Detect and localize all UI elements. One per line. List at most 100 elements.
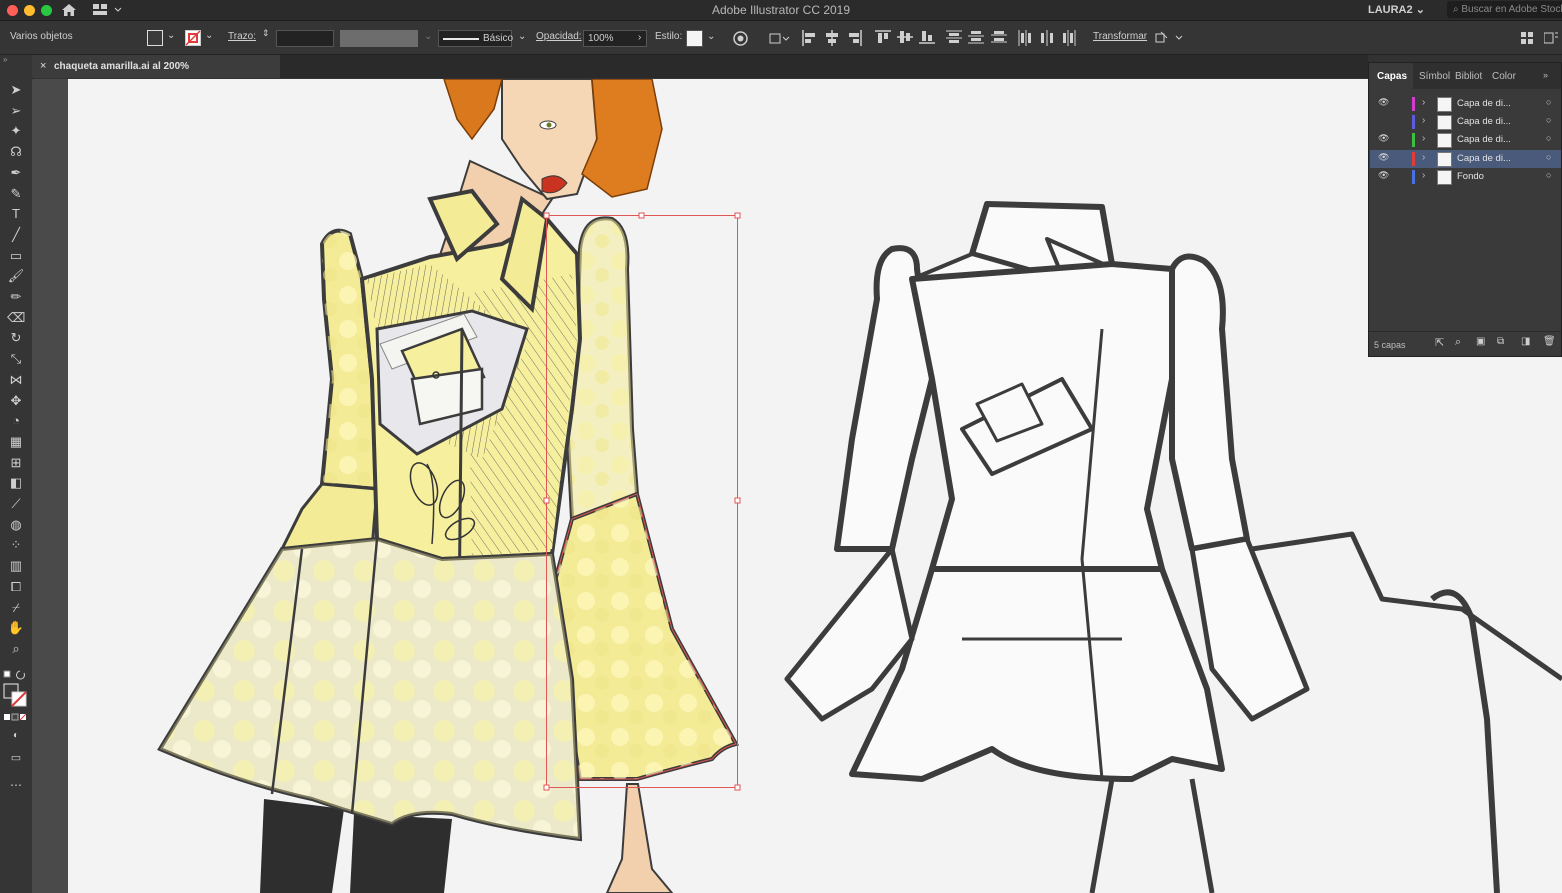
layer-row[interactable]: 👁 › Fondo ○ xyxy=(1370,168,1561,186)
layer-name[interactable]: Capa de di... xyxy=(1457,98,1511,109)
opacity-input[interactable]: 100% › xyxy=(583,30,647,47)
stroke-swatch[interactable] xyxy=(185,30,201,46)
hand-tool-icon[interactable]: ✋ xyxy=(7,620,25,636)
target-circle-icon[interactable]: ○ xyxy=(1546,133,1551,143)
selection-tool-icon[interactable]: ➤ xyxy=(7,82,25,98)
direct-selection-tool-icon[interactable]: ➢ xyxy=(7,103,25,119)
align-horizontal-center-icon[interactable] xyxy=(825,30,839,46)
distribute-bottom-icon[interactable] xyxy=(991,30,1007,44)
edit-toolbar-icon[interactable]: ⋯ xyxy=(7,777,25,793)
line-tool-icon[interactable]: ╱ xyxy=(7,227,25,243)
document-tab[interactable]: × chaqueta amarilla.ai al 200% (RGB/Prev… xyxy=(32,55,280,95)
canvas[interactable] xyxy=(32,79,1562,893)
clipping-mask-icon[interactable]: ▣ xyxy=(1476,336,1485,347)
distribute-right-icon[interactable] xyxy=(1062,30,1076,46)
expand-chevron-icon[interactable]: › xyxy=(1422,170,1425,181)
tab-symbols[interactable]: Símbol xyxy=(1419,71,1450,82)
align-left-icon[interactable] xyxy=(802,30,816,46)
layer-name[interactable]: Capa de di... xyxy=(1457,116,1511,127)
opacity-label[interactable]: Opacidad: xyxy=(536,31,582,42)
artboard-tool-icon[interactable]: ⧠ xyxy=(7,579,25,595)
layer-row[interactable]: 👁 › Capa de di... ○ xyxy=(1370,131,1561,149)
rectangle-tool-icon[interactable]: ▭ xyxy=(7,248,25,264)
fill-dropdown-icon[interactable]: ⌄ xyxy=(167,30,175,41)
eyedropper-tool-icon[interactable]: ⟋ xyxy=(7,496,25,512)
puppet-warp-tool-icon[interactable]: ✥ xyxy=(7,393,25,409)
distribute-top-icon[interactable] xyxy=(946,30,962,44)
blob-brush-tool-icon[interactable]: ✏ xyxy=(7,289,25,305)
target-circle-icon[interactable]: ○ xyxy=(1546,152,1551,162)
target-circle-icon[interactable]: ○ xyxy=(1546,170,1551,180)
stroke-dropdown-icon[interactable]: ⌄ xyxy=(205,30,213,41)
stroke-weight-stepper[interactable]: ⇕ xyxy=(262,28,270,39)
brush-definition-dropdown[interactable]: Básico xyxy=(438,30,513,47)
trash-icon[interactable]: 🗑 xyxy=(1543,336,1556,347)
rotate-tool-icon[interactable]: ↻ xyxy=(7,330,25,346)
drawing-mode-icon[interactable]: ◐ xyxy=(7,728,25,744)
expand-chevron-icon[interactable]: › xyxy=(1422,115,1425,126)
profile-dropdown-icon[interactable]: ⌄ xyxy=(424,31,432,42)
target-circle-icon[interactable]: ○ xyxy=(1546,97,1551,107)
pen-tool-icon[interactable]: ✒ xyxy=(7,165,25,181)
close-tab-icon[interactable]: × xyxy=(40,55,46,78)
column-graph-tool-icon[interactable]: ▥ xyxy=(7,558,25,574)
symbol-sprayer-tool-icon[interactable]: ⁘ xyxy=(7,537,25,553)
transform-link[interactable]: Transformar xyxy=(1093,31,1147,42)
transform-options-icon[interactable] xyxy=(1154,31,1184,45)
curvature-tool-icon[interactable]: ✎ xyxy=(7,186,25,202)
distribute-horizontal-center-icon[interactable] xyxy=(1040,30,1054,46)
new-layer-icon[interactable]: ◨ xyxy=(1521,336,1530,347)
arrange-documents-icon[interactable] xyxy=(1521,32,1533,44)
paintbrush-tool-icon[interactable]: 🖌 xyxy=(7,268,25,284)
style-dropdown-icon[interactable]: ⌄ xyxy=(707,31,715,42)
perspective-grid-tool-icon[interactable]: ▦ xyxy=(7,434,25,450)
layer-name[interactable]: Fondo xyxy=(1457,171,1484,182)
stroke-label[interactable]: Trazo: xyxy=(228,31,256,42)
collapse-tools-icon[interactable]: » xyxy=(3,55,7,64)
gradient-tool-icon[interactable]: ◧ xyxy=(7,475,25,491)
stroke-weight-input[interactable] xyxy=(276,30,334,47)
locate-object-icon[interactable]: ⌕ xyxy=(1455,336,1461,349)
tab-layers[interactable]: Capas xyxy=(1377,71,1407,82)
graphic-style-swatch[interactable] xyxy=(686,30,703,47)
layer-name[interactable]: Capa de di... xyxy=(1457,153,1511,164)
variable-width-profile[interactable] xyxy=(340,30,418,47)
layer-row[interactable]: 👁 › Capa de di... ○ xyxy=(1370,149,1561,168)
new-sublayer-icon[interactable]: ⧉ xyxy=(1497,336,1504,347)
align-top-icon[interactable] xyxy=(875,30,891,44)
eraser-tool-icon[interactable]: ⌫ xyxy=(7,310,25,326)
fill-stroke-swatches[interactable] xyxy=(2,670,30,730)
stock-search-input[interactable]: ⌕ Buscar en Adobe Stock xyxy=(1447,1,1562,18)
visibility-eye-icon[interactable]: 👁 xyxy=(1378,152,1389,163)
align-bottom-icon[interactable] xyxy=(919,30,935,44)
panel-menu-icon[interactable]: » xyxy=(1543,70,1548,80)
align-to-artboard-icon[interactable] xyxy=(768,31,790,45)
layer-name[interactable]: Capa de di... xyxy=(1457,134,1511,145)
visibility-eye-icon[interactable]: 👁 xyxy=(1378,170,1389,181)
mesh-tool-icon[interactable]: ⊞ xyxy=(7,455,25,471)
slice-tool-icon[interactable]: ⌿ xyxy=(7,600,25,616)
zoom-tool-icon[interactable]: ⌕ xyxy=(7,641,25,657)
visibility-eye-icon[interactable]: 👁 xyxy=(1378,97,1389,108)
recolor-artwork-icon[interactable] xyxy=(733,31,748,46)
distribute-left-icon[interactable] xyxy=(1018,30,1032,46)
brush-dropdown-icon[interactable]: ⌄ xyxy=(518,31,526,42)
align-right-icon[interactable] xyxy=(848,30,862,46)
align-vertical-center-icon[interactable] xyxy=(897,30,913,44)
shape-builder-tool-icon[interactable]: ◔ xyxy=(7,413,25,429)
layer-row[interactable]: › Capa de di... ○ xyxy=(1370,113,1561,131)
lasso-tool-icon[interactable]: ☊ xyxy=(7,144,25,160)
panel-options-icon[interactable] xyxy=(1544,31,1558,45)
fill-swatch[interactable] xyxy=(147,30,163,46)
type-tool-icon[interactable]: T xyxy=(7,206,25,222)
expand-chevron-icon[interactable]: › xyxy=(1422,152,1425,163)
tab-libraries[interactable]: Bibliot xyxy=(1455,71,1482,82)
layer-row[interactable]: 👁 › Capa de di... ○ xyxy=(1370,95,1561,113)
visibility-eye-icon[interactable]: 👁 xyxy=(1378,133,1389,144)
width-tool-icon[interactable]: ⋈ xyxy=(7,372,25,388)
expand-chevron-icon[interactable]: › xyxy=(1422,133,1425,144)
user-menu[interactable]: LAURA2 ⌄ xyxy=(1368,3,1425,16)
export-icon[interactable]: ⇱ xyxy=(1435,336,1444,349)
screen-mode-icon[interactable]: ▭ xyxy=(7,750,25,766)
scale-tool-icon[interactable]: ⤡ xyxy=(7,351,25,367)
